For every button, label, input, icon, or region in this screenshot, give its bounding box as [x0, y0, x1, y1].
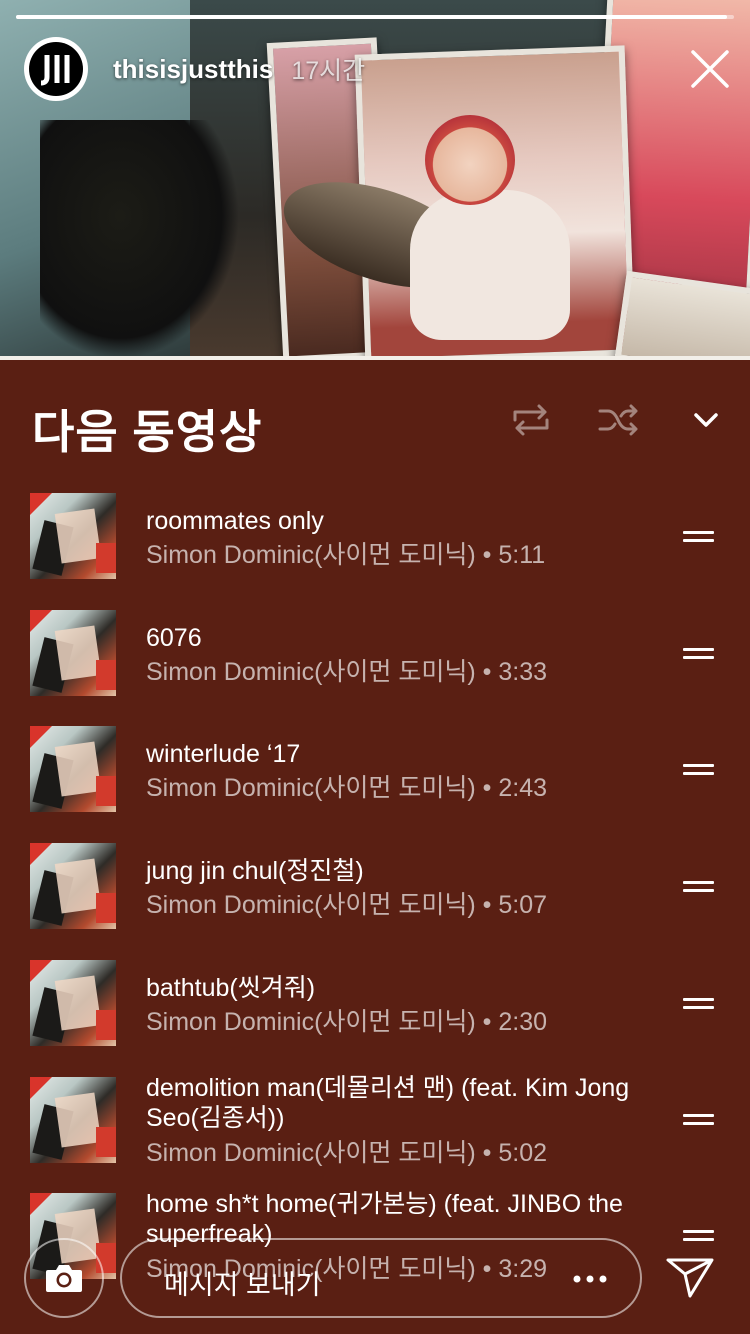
album-art: [30, 726, 116, 812]
album-art: [30, 610, 116, 696]
track-title: 6076: [146, 624, 202, 652]
drag-handle-icon[interactable]: [683, 531, 714, 543]
queue-track[interactable]: roommates only Simon Dominic(사이먼 도미닉) • …: [0, 493, 750, 593]
avatar[interactable]: [24, 37, 88, 101]
camera-icon: [46, 1265, 82, 1292]
more-icon: [573, 1275, 607, 1283]
username[interactable]: thisisjustthis: [113, 54, 273, 85]
message-input[interactable]: 메시지 보내기: [120, 1238, 642, 1318]
collapse-button[interactable]: [686, 400, 730, 440]
queue-track[interactable]: bathtub(씻겨줘) Simon Dominic(사이먼 도미닉) • 2:…: [0, 960, 750, 1060]
camera-button[interactable]: [24, 1238, 104, 1318]
shuffle-icon: [598, 404, 638, 436]
queue-track[interactable]: jung jin chul(정진철) Simon Dominic(사이먼 도미닉…: [0, 843, 750, 943]
track-title: bathtub(씻겨줘): [146, 974, 316, 1002]
close-button[interactable]: [688, 47, 732, 91]
queue-track[interactable]: 6076 Simon Dominic(사이먼 도미닉) • 3:33: [0, 610, 750, 710]
queue-track[interactable]: winterlude ‘17 Simon Dominic(사이먼 도미닉) • …: [0, 726, 750, 826]
drag-handle-icon[interactable]: [683, 998, 714, 1010]
repeat-icon: [513, 404, 549, 436]
chevron-down-icon: [694, 413, 718, 427]
album-art: [30, 960, 116, 1046]
track-artist-duration: Simon Dominic(사이먼 도미닉) • 2:30: [146, 1008, 548, 1036]
story-progress-fill: [16, 15, 727, 19]
story-progress-bar: [16, 15, 734, 19]
album-art: [30, 493, 116, 579]
shuffle-button[interactable]: [596, 400, 640, 440]
repeat-button[interactable]: [509, 400, 553, 440]
post-time: 17시간: [291, 57, 366, 85]
track-artist-duration: Simon Dominic(사이먼 도미닉) • 5:02: [146, 1139, 548, 1167]
track-artist-duration: Simon Dominic(사이먼 도미닉) • 5:07: [146, 891, 548, 919]
send-icon: [666, 1258, 714, 1298]
drag-handle-icon[interactable]: [683, 881, 714, 893]
drag-handle-icon[interactable]: [683, 1114, 714, 1126]
panel-title: 다음 동영상: [32, 406, 263, 458]
album-art: [30, 1077, 116, 1163]
track-title: roommates only: [146, 507, 324, 535]
more-options-button[interactable]: [570, 1264, 610, 1294]
up-next-panel: 다음 동영상 roommates only Simon Dominic(사이먼 …: [0, 360, 750, 1334]
close-icon: [691, 50, 729, 88]
story-header: thisisjustthis 17시간: [24, 37, 365, 101]
drag-handle-icon[interactable]: [683, 764, 714, 776]
track-title: jung jin chul(정진철): [146, 857, 364, 885]
track-title: demolition man(데몰리션 맨) (feat. Kim Jong S…: [146, 1074, 630, 1132]
avatar-logo-icon: [40, 55, 70, 86]
message-placeholder: 메시지 보내기: [164, 1270, 321, 1300]
album-art: [30, 843, 116, 929]
drag-handle-icon[interactable]: [683, 648, 714, 660]
track-artist-duration: Simon Dominic(사이먼 도미닉) • 3:33: [146, 658, 548, 686]
track-artist-duration: Simon Dominic(사이먼 도미닉) • 2:43: [146, 774, 548, 802]
drag-handle-icon[interactable]: [683, 1230, 714, 1242]
queue-track[interactable]: demolition man(데몰리션 맨) (feat. Kim Jong S…: [0, 1074, 750, 1186]
track-artist-duration: Simon Dominic(사이먼 도미닉) • 5:11: [146, 541, 546, 569]
send-button[interactable]: [665, 1256, 715, 1300]
track-title: winterlude ‘17: [146, 740, 301, 768]
